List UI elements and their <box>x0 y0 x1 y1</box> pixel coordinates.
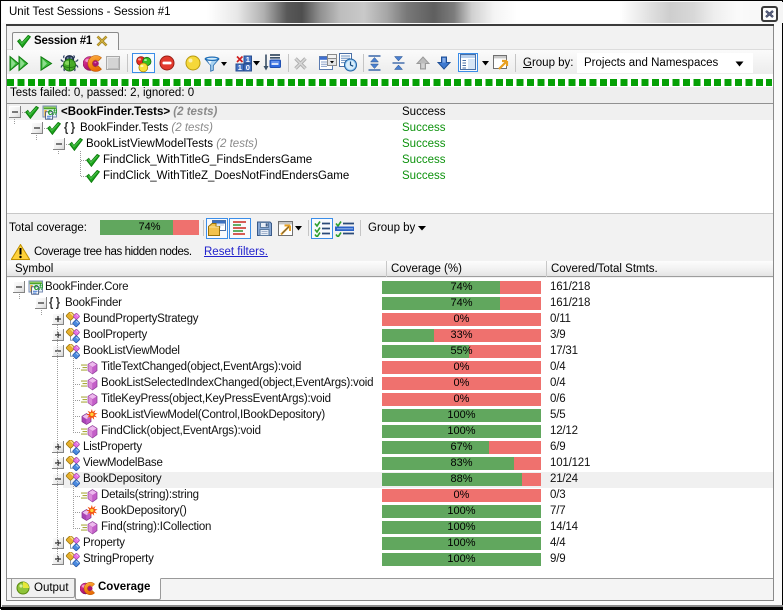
svg-text:c#: c# <box>48 107 57 117</box>
svg-text:c#: c# <box>34 282 43 292</box>
svg-text:0: 0 <box>246 63 250 72</box>
svg-text:1: 1 <box>238 63 242 72</box>
